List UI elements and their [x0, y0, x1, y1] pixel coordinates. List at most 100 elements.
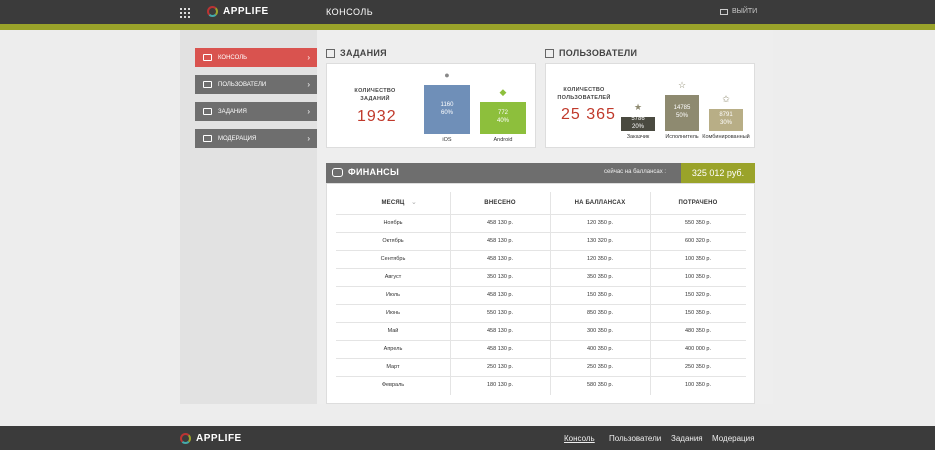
- logout-label: ВЫЙТИ: [732, 8, 758, 15]
- users-icon: [545, 48, 554, 58]
- star-filled-icon: ★: [633, 102, 643, 112]
- table-cell: Сентябрь: [380, 256, 406, 262]
- table-cell: 458 130 р.: [487, 238, 513, 244]
- table-cell: 250 350 р.: [685, 364, 711, 370]
- table-cell: Июль: [385, 292, 401, 298]
- table-cell: 550 350 р.: [685, 220, 711, 226]
- table-cell: 350 130 р.: [487, 274, 513, 280]
- users-section-title: ПОЛЬЗОВАТЕЛИ: [545, 48, 637, 58]
- tasks-icon: [326, 48, 335, 58]
- footer-link-moderation[interactable]: Модерация: [712, 434, 754, 443]
- logout-button[interactable]: ВЫЙТИ: [720, 8, 757, 15]
- sidebar-item-label: МОДЕРАЦИЯ: [218, 135, 257, 142]
- bar-percent: 60%: [440, 109, 453, 116]
- table-cell: Октябрь: [382, 238, 404, 244]
- users-nav-icon: [203, 81, 212, 88]
- apple-icon: ●: [444, 70, 450, 80]
- column-header-0[interactable]: МЕСЯЦ: [336, 192, 450, 214]
- sidebar-item-tasks[interactable]: ЗАДАНИЯ ›: [195, 102, 317, 121]
- page-title: КОНСОЛЬ: [326, 7, 374, 17]
- footer-link-tasks[interactable]: Задания: [671, 434, 703, 443]
- footer-logo-text: APPLIFE: [196, 433, 242, 444]
- table-cell: 100 350 р.: [685, 382, 711, 388]
- bar-percent: 40%: [496, 118, 509, 124]
- users-bar-label: Комбинированный: [702, 134, 750, 140]
- users-title-text: ПОЛЬЗОВАТЕЛИ: [559, 48, 638, 58]
- star-half-icon: ✩: [722, 94, 730, 104]
- table-cell: 458 130 р.: [487, 292, 513, 298]
- column-divider: [550, 192, 551, 395]
- table-cell: 250 350 р.: [587, 364, 613, 370]
- table-cell: Ноябрь: [383, 220, 403, 226]
- footer-logo[interactable]: APPLIFE: [180, 433, 242, 444]
- table-cell: 120 350 р.: [587, 220, 613, 226]
- tasks-bar-label: Android: [493, 137, 513, 143]
- column-divider: [650, 192, 651, 395]
- bar-percent: 50%: [675, 113, 688, 119]
- table-cell: 458 130 р.: [487, 346, 513, 352]
- column-divider: [450, 192, 451, 395]
- tasks-nav-icon: [203, 108, 212, 115]
- bar-count: 772: [497, 110, 508, 117]
- logout-icon: [720, 8, 728, 15]
- apps-grid-icon[interactable]: [180, 8, 190, 18]
- sidebar-item-label: КОНСОЛЬ: [218, 54, 248, 61]
- users-count-label: КОЛИЧЕСТВО ПОЛЬЗОВАТЕЛЕЙ: [557, 87, 611, 101]
- footer-link-console[interactable]: Консоль: [564, 434, 595, 443]
- tasks-section-title: ЗАДАНИЯ: [326, 48, 387, 58]
- chevron-right-icon: ›: [307, 80, 310, 89]
- column-header-1[interactable]: ВНЕСЕНО: [450, 192, 550, 214]
- bar-percent: 20%: [631, 124, 644, 130]
- table-cell: 850 350 р.: [587, 310, 613, 316]
- users-count-value: 25 365: [561, 106, 616, 123]
- chevron-right-icon: ›: [307, 134, 310, 143]
- footer-link-users[interactable]: Пользователи: [609, 434, 661, 443]
- table-cell: Март: [386, 364, 400, 370]
- sort-chevron-down-icon[interactable]: ⌄: [411, 198, 417, 206]
- table-cell: Апрель: [383, 346, 403, 352]
- table-cell: 480 350 р.: [685, 328, 711, 334]
- tasks-count-label: КОЛИЧЕСТВО ЗАДАНИЙ: [354, 88, 396, 102]
- column-header-2[interactable]: НА БАЛЛАНСАХ: [550, 192, 650, 214]
- logo-text: APPLIFE: [223, 6, 269, 17]
- table-cell: 458 130 р.: [487, 256, 513, 262]
- finance-title: ФИНАНСЫ: [348, 167, 400, 177]
- table-cell: Февраль: [381, 382, 405, 388]
- table-cell: 150 320 р.: [685, 292, 711, 298]
- column-header-3[interactable]: ПОТРАЧЕНО: [650, 192, 746, 214]
- bar-percent: 30%: [719, 120, 732, 126]
- sidebar-item-label: ЗАДАНИЯ: [218, 108, 247, 115]
- table-cell: 100 350 р.: [685, 256, 711, 262]
- table-cell: 458 130 р.: [487, 220, 513, 226]
- table-cell: 120 350 р.: [587, 256, 613, 262]
- sidebar-item-users[interactable]: ПОЛЬЗОВАТЕЛИ ›: [195, 75, 317, 94]
- tasks-count-value: 1932: [357, 108, 397, 125]
- bar-ios: 1160 60%: [424, 85, 470, 134]
- table-cell: 458 130 р.: [487, 328, 513, 334]
- bar-count: 14785: [673, 105, 691, 112]
- bar-комбинированный: 8791 30%: [709, 109, 743, 131]
- table-cell: 130 320 р.: [587, 238, 613, 244]
- star-outline-icon: ☆: [677, 80, 687, 90]
- table-cell: 150 350 р.: [685, 310, 711, 316]
- header-logo[interactable]: APPLIFE: [207, 6, 269, 17]
- table-cell: 180 130 р.: [487, 382, 513, 388]
- sidebar-item-console[interactable]: КОНСОЛЬ ›: [195, 48, 317, 67]
- table-cell: Август: [384, 274, 402, 280]
- table-cell: 580 350 р.: [587, 382, 613, 388]
- bar-исполнитель: 14785 50%: [665, 95, 699, 131]
- console-nav-icon: [203, 54, 212, 61]
- table-cell: 350 350 р.: [587, 274, 613, 280]
- bar-android: 772 40%: [480, 102, 526, 134]
- footer: [0, 426, 935, 450]
- table-cell: 300 350 р.: [587, 328, 613, 334]
- logo-mark-icon: [207, 6, 218, 17]
- sidebar-item-moderation[interactable]: МОДЕРАЦИЯ ›: [195, 129, 317, 148]
- bar-count: 8791: [719, 112, 733, 119]
- balance-label: сейчас на баллансах :: [604, 169, 667, 175]
- footer-logo-mark-icon: [180, 433, 191, 444]
- sidebar-item-label: ПОЛЬЗОВАТЕЛИ: [218, 81, 267, 88]
- table-cell: 150 350 р.: [587, 292, 613, 298]
- balance-value: 325 012 руб.: [681, 163, 755, 183]
- table-cell: 550 130 р.: [487, 310, 513, 316]
